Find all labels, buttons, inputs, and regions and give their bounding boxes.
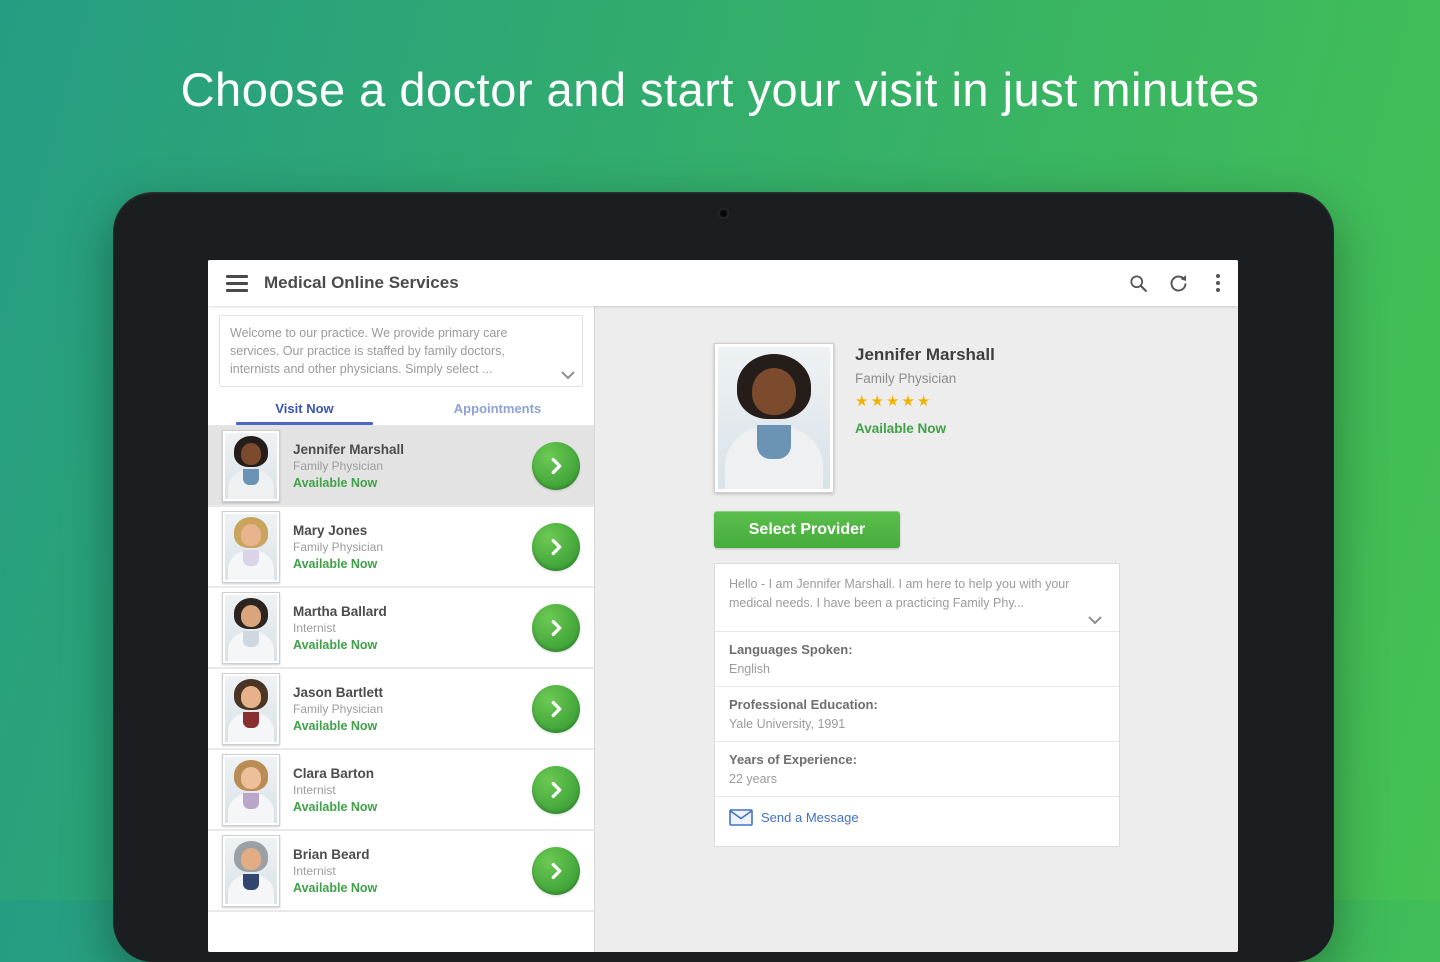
app-bar: Medical Online Services [208, 260, 1238, 306]
provider-detail-panel: Jennifer Marshall Family Physician ★★★★★… [595, 306, 1238, 952]
chevron-right-icon[interactable] [532, 846, 580, 895]
content-area: Welcome to our practice. We provide prim… [208, 306, 1238, 952]
rating-stars: ★★★★★ [855, 392, 995, 410]
doctor-specialty: Family Physician [293, 539, 384, 554]
overflow-menu-icon[interactable] [1198, 263, 1238, 303]
envelope-icon [729, 808, 753, 826]
hero-headline: Choose a doctor and start your visit in … [180, 63, 1260, 116]
camera-dot [719, 209, 728, 218]
availability-status: Available Now [293, 475, 378, 490]
chevron-right-icon[interactable] [532, 441, 580, 490]
doctor-row-brian-beard[interactable]: Brian Beard Internist Available Now [208, 831, 594, 913]
doctor-name: Jennifer Marshall [293, 441, 405, 457]
doctor-name: Brian Beard [293, 846, 370, 862]
chevron-down-icon[interactable] [1087, 615, 1105, 625]
education-section: Professional Education: Yale University,… [715, 685, 1119, 741]
doctor-photo [222, 753, 280, 826]
doctor-specialty: Internist [293, 863, 336, 878]
practice-intro-card: Welcome to our practice. We provide prim… [219, 315, 583, 388]
doctor-row-mary-jones[interactable]: Mary Jones Family Physician Available No… [208, 507, 594, 589]
doctor-name: Clara Barton [293, 765, 375, 781]
availability-status: Available Now [293, 637, 378, 652]
select-provider-button[interactable]: Select Provider [714, 511, 900, 548]
provider-list-panel: Welcome to our practice. We provide prim… [208, 306, 595, 952]
field-label: Professional Education: [729, 696, 878, 712]
refresh-icon[interactable] [1158, 263, 1198, 303]
provider-header: Jennifer Marshall Family Physician ★★★★★… [714, 343, 1120, 493]
provider-info-card: Hello - I am Jennifer Marshall. I am her… [714, 563, 1120, 847]
languages-section: Languages Spoken: English [715, 630, 1119, 686]
send-message-link[interactable]: Send a Message [715, 795, 1119, 846]
provider-photo [714, 343, 834, 493]
page: { "hero": { "headline": "Choose a doctor… [0, 0, 1440, 962]
experience-section: Years of Experience: 22 years [715, 740, 1119, 796]
availability-status: Available Now [293, 799, 378, 814]
field-label: Languages Spoken: [729, 641, 853, 657]
app-screen: Medical Online Services Welcome to our p… [208, 260, 1238, 952]
field-value: English [729, 661, 770, 676]
list-tabs: Visit Now Appointments [208, 391, 594, 427]
doctor-row-jason-bartlett[interactable]: Jason Bartlett Family Physician Availabl… [208, 669, 594, 751]
star-icon: ★ [916, 393, 933, 410]
chevron-right-icon[interactable] [532, 684, 580, 733]
tablet-frame: Medical Online Services Welcome to our p… [113, 192, 1334, 962]
doctor-name: Jason Bartlett [293, 684, 384, 700]
provider-specialty: Family Physician [855, 371, 957, 386]
doctor-specialty: Family Physician [293, 701, 384, 716]
field-value: 22 years [729, 771, 777, 786]
star-icon: ★ [901, 393, 917, 410]
practice-intro-text: Welcome to our practice. We provide prim… [230, 326, 508, 377]
app-title: Medical Online Services [264, 273, 459, 292]
availability-status: Available Now [855, 421, 947, 436]
doctor-name: Mary Jones [293, 522, 368, 538]
provider-bio-text: Hello - I am Jennifer Marshall. I am her… [729, 577, 1070, 610]
star-icon: ★ [855, 393, 871, 410]
provider-name: Jennifer Marshall [855, 345, 995, 364]
doctor-specialty: Internist [293, 782, 336, 797]
chevron-right-icon[interactable] [532, 522, 580, 571]
doctor-photo [222, 591, 280, 664]
doctor-list: Jennifer Marshall Family Physician Avail… [208, 426, 594, 952]
doctor-row-martha-ballard[interactable]: Martha Ballard Internist Available Now [208, 588, 594, 670]
field-label: Years of Experience: [729, 751, 857, 767]
search-icon[interactable] [1118, 263, 1158, 303]
doctor-photo [222, 834, 280, 907]
availability-status: Available Now [293, 556, 378, 571]
provider-bio-section: Hello - I am Jennifer Marshall. I am her… [715, 564, 1119, 631]
tab-visit-now[interactable]: Visit Now [208, 391, 401, 426]
send-message-label: Send a Message [761, 809, 859, 825]
hero-banner: Choose a doctor and start your visit in … [0, 62, 1440, 117]
star-icon: ★ [885, 393, 902, 410]
doctor-specialty: Internist [293, 620, 336, 635]
doctor-photo [222, 429, 280, 502]
field-value: Yale University, 1991 [729, 716, 846, 731]
availability-status: Available Now [293, 718, 378, 733]
doctor-name: Martha Ballard [293, 603, 387, 619]
tab-appointments[interactable]: Appointments [401, 391, 594, 425]
doctor-photo [222, 510, 280, 583]
doctor-specialty: Family Physician [293, 458, 384, 473]
doctor-row-jennifer-marshall[interactable]: Jennifer Marshall Family Physician Avail… [208, 426, 594, 508]
doctor-row-clara-barton[interactable]: Clara Barton Internist Available Now [208, 750, 594, 832]
chevron-right-icon[interactable] [532, 765, 580, 814]
availability-status: Available Now [293, 880, 378, 895]
chevron-down-icon[interactable] [560, 370, 576, 380]
hamburger-menu-icon[interactable] [214, 274, 260, 292]
doctor-photo [222, 672, 280, 745]
star-icon: ★ [870, 393, 886, 410]
chevron-right-icon[interactable] [532, 603, 580, 652]
